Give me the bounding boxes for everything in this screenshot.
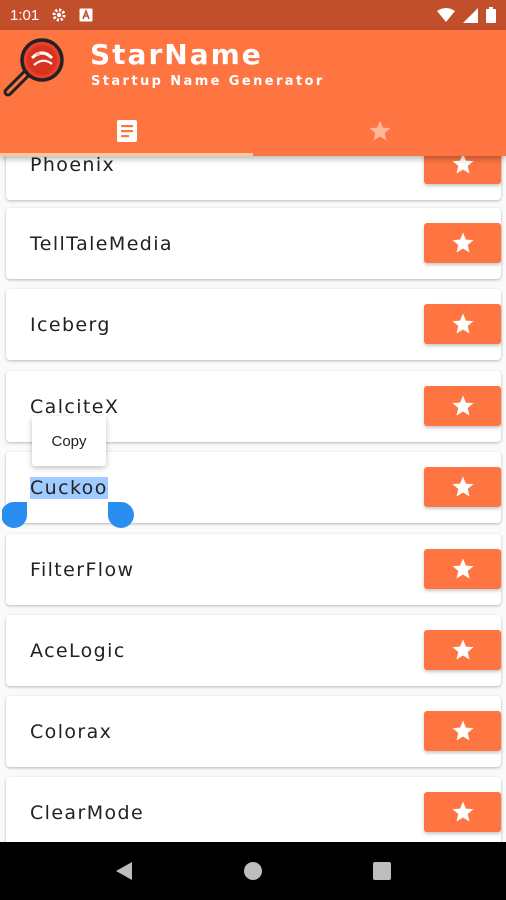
app-subtitle: Startup Name Generator: [91, 74, 325, 89]
star-icon: [452, 558, 473, 579]
star-icon: [368, 119, 392, 147]
favorite-button[interactable]: [424, 549, 501, 589]
app-title: StarName: [90, 38, 263, 71]
name-label[interactable]: TellTaleMedia: [30, 233, 173, 255]
list-item: TellTaleMedia: [6, 208, 501, 279]
favorite-button[interactable]: [424, 630, 501, 670]
list-item: Phoenix: [6, 156, 501, 200]
name-label[interactable]: AceLogic: [30, 640, 126, 662]
selection-handle-end[interactable]: [107, 501, 135, 532]
battery-icon: [486, 7, 496, 23]
tab-indicator: [0, 153, 253, 156]
status-bar: 1:01: [0, 0, 506, 30]
favorite-button[interactable]: [424, 223, 501, 263]
star-icon: [452, 801, 473, 822]
tab-name-list[interactable]: [0, 110, 253, 156]
magnifier-logo-icon: [2, 36, 68, 98]
selection-handle-start[interactable]: [1, 501, 30, 532]
tab-bar: [0, 110, 506, 156]
favorite-button[interactable]: [424, 386, 501, 426]
favorite-button[interactable]: [424, 467, 501, 507]
star-icon: [452, 476, 473, 497]
copy-menu-item[interactable]: Copy: [32, 416, 106, 466]
name-label[interactable]: FilterFlow: [30, 559, 134, 581]
name-label-selected[interactable]: Cuckoo: [30, 476, 108, 499]
gear-icon: [51, 7, 67, 23]
tab-favorites[interactable]: [253, 110, 506, 156]
list-document-icon: [116, 119, 138, 147]
name-label[interactable]: CalciteX: [30, 396, 119, 418]
star-icon: [452, 156, 473, 174]
list-item: Colorax: [6, 696, 501, 767]
app-bar: StarName Startup Name Generator: [0, 30, 506, 156]
list-item: Iceberg: [6, 289, 501, 360]
a-notification-icon: [79, 8, 93, 22]
list-item: ClearMode: [6, 777, 501, 842]
list-item: AceLogic: [6, 615, 501, 686]
name-label[interactable]: ClearMode: [30, 802, 144, 824]
back-icon[interactable]: [104, 851, 144, 891]
wifi-icon: [437, 7, 455, 23]
favorite-button[interactable]: [424, 156, 501, 184]
name-label[interactable]: Iceberg: [30, 314, 111, 336]
cell-signal-icon: [463, 7, 478, 23]
star-icon: [452, 232, 473, 253]
star-icon: [452, 639, 473, 660]
status-time: 1:01: [10, 6, 40, 24]
star-icon: [452, 313, 473, 334]
system-nav-bar: [0, 842, 506, 900]
name-label[interactable]: Phoenix: [30, 156, 115, 176]
recents-icon[interactable]: [362, 851, 402, 891]
star-icon: [452, 720, 473, 741]
favorite-button[interactable]: [424, 792, 501, 832]
home-icon[interactable]: [233, 851, 273, 891]
name-list: Phoenix TellTaleMedia Iceberg CalciteX C…: [0, 156, 506, 842]
star-icon: [452, 395, 473, 416]
name-label[interactable]: Colorax: [30, 721, 112, 743]
favorite-button[interactable]: [424, 711, 501, 751]
list-item: FilterFlow: [6, 534, 501, 605]
favorite-button[interactable]: [424, 304, 501, 344]
